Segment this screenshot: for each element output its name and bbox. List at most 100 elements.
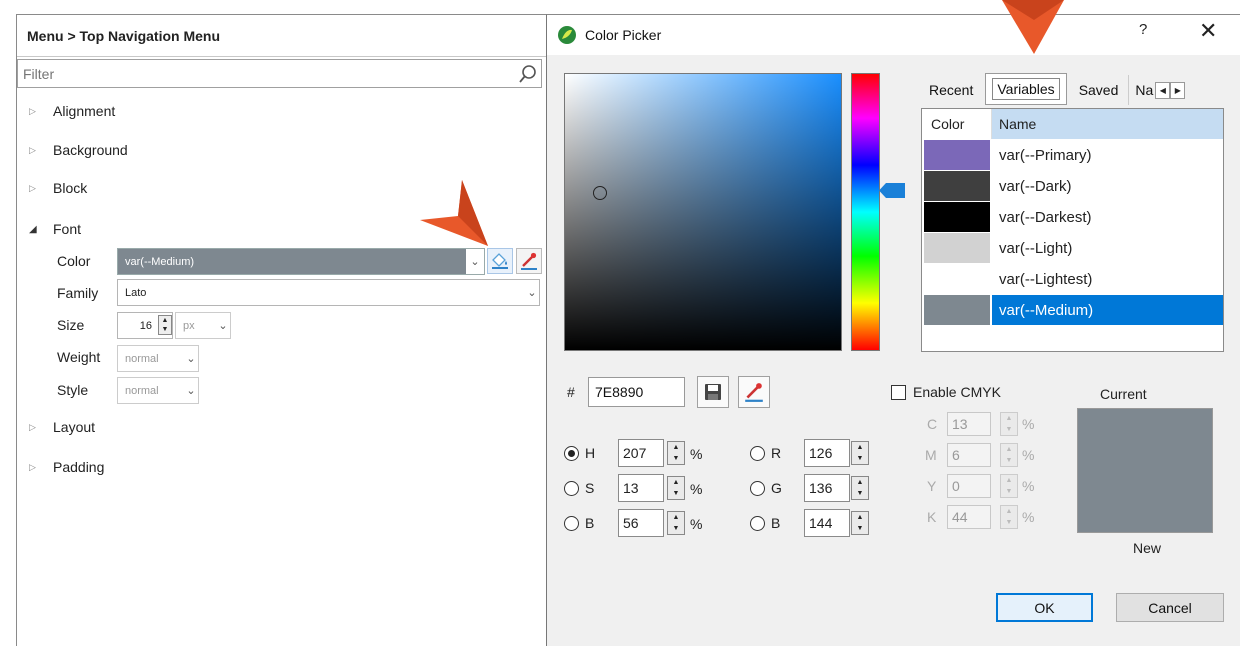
- saturation-brightness-picker[interactable]: [564, 73, 842, 351]
- rgb-b-input[interactable]: 144: [804, 509, 850, 537]
- expand-triangle-icon[interactable]: ▷: [29, 183, 39, 194]
- s-unit: %: [690, 481, 703, 497]
- radio-h[interactable]: H: [564, 445, 595, 461]
- r-spinner[interactable]: ▲ ▼: [851, 441, 869, 465]
- h-spinner[interactable]: ▲ ▼: [667, 441, 685, 465]
- rgb-b-spinner[interactable]: ▲ ▼: [851, 511, 869, 535]
- callout-arrow-icon: [1002, 0, 1064, 54]
- help-button[interactable]: ?: [1139, 21, 1147, 38]
- b-input[interactable]: 56: [618, 509, 664, 537]
- chevron-down-icon[interactable]: ⌄: [216, 319, 230, 332]
- tab-bar: Recent Variables Saved Na ◀ ▶: [919, 71, 1186, 105]
- app-logo-icon: [558, 26, 576, 44]
- group-alignment[interactable]: ▷ Alignment: [17, 99, 115, 123]
- size-spinner[interactable]: ▲ ▼: [158, 315, 172, 335]
- style-dropdown[interactable]: normal ⌄: [117, 377, 199, 404]
- expand-triangle-icon[interactable]: ▷: [29, 145, 39, 156]
- close-button[interactable]: ✕: [1199, 18, 1217, 44]
- save-color-button[interactable]: [697, 376, 729, 408]
- spin-up-icon[interactable]: ▲: [159, 316, 171, 325]
- column-header-color[interactable]: Color: [922, 109, 992, 139]
- variable-row[interactable]: var(--Light): [922, 233, 1223, 263]
- radio-s[interactable]: S: [564, 480, 594, 496]
- size-unit-dropdown[interactable]: px ⌄: [175, 312, 231, 339]
- c-label: C: [927, 416, 938, 432]
- s-input[interactable]: 13: [618, 474, 664, 502]
- enable-cmyk-checkbox[interactable]: [891, 385, 906, 400]
- group-padding[interactable]: ▷ Padding: [17, 455, 104, 479]
- weight-label: Weight: [57, 349, 101, 365]
- callout-arrow-icon: [420, 180, 488, 246]
- tab-saved[interactable]: Saved: [1069, 75, 1129, 105]
- tab-named[interactable]: Na: [1128, 75, 1153, 105]
- m-input[interactable]: 6: [947, 443, 991, 467]
- y-spinner[interactable]: ▲ ▼: [1000, 474, 1018, 498]
- group-block[interactable]: ▷ Block: [17, 176, 87, 200]
- k-input[interactable]: 44: [947, 505, 991, 529]
- color-dropdown[interactable]: var(--Medium) ⌄: [117, 248, 485, 275]
- expand-triangle-icon[interactable]: ▷: [29, 422, 39, 433]
- cancel-button[interactable]: Cancel: [1116, 593, 1224, 622]
- r-input[interactable]: 126: [804, 439, 850, 467]
- chevron-down-icon[interactable]: ⌄: [466, 249, 484, 274]
- h-input[interactable]: 207: [618, 439, 664, 467]
- radio-g[interactable]: G: [750, 480, 782, 496]
- c-input[interactable]: 13: [947, 412, 991, 436]
- new-label: New: [1133, 540, 1162, 556]
- tab-recent[interactable]: Recent: [919, 75, 983, 105]
- chevron-down-icon[interactable]: ⌄: [525, 286, 539, 299]
- table-header: Color Name: [922, 109, 1223, 139]
- variable-row[interactable]: var(--Primary): [922, 140, 1223, 170]
- radio-rgb-b[interactable]: B: [750, 515, 780, 531]
- variable-row[interactable]: var(--Darkest): [922, 202, 1223, 232]
- s-spinner[interactable]: ▲ ▼: [667, 476, 685, 500]
- g-spinner[interactable]: ▲ ▼: [851, 476, 869, 500]
- enable-cmyk-label: Enable CMYK: [913, 384, 1001, 400]
- scroll-left-icon[interactable]: ◀: [1155, 82, 1171, 99]
- c-spinner[interactable]: ▲ ▼: [1000, 412, 1018, 436]
- column-header-name[interactable]: Name: [992, 109, 1223, 139]
- weight-dropdown[interactable]: normal ⌄: [117, 345, 199, 372]
- k-label: K: [927, 509, 937, 525]
- color-picker-button[interactable]: [487, 248, 513, 274]
- k-spinner[interactable]: ▲ ▼: [1000, 505, 1018, 529]
- radio-b[interactable]: B: [564, 515, 594, 531]
- y-label: Y: [927, 478, 937, 494]
- expand-triangle-icon[interactable]: ▷: [29, 106, 39, 117]
- style-value: normal: [125, 384, 159, 397]
- variable-row[interactable]: var(--Medium): [922, 295, 1223, 325]
- hex-input[interactable]: [588, 377, 685, 407]
- dialog-titlebar: Color Picker ? ✕: [547, 15, 1240, 55]
- m-spinner[interactable]: ▲ ▼: [1000, 443, 1018, 467]
- variable-row[interactable]: var(--Dark): [922, 171, 1223, 201]
- hue-slider[interactable]: [851, 73, 880, 351]
- b-spinner[interactable]: ▲ ▼: [667, 511, 685, 535]
- filter-input[interactable]: [21, 60, 517, 87]
- group-layout[interactable]: ▷ Layout: [17, 415, 95, 439]
- variable-name: var(--Lightest): [999, 270, 1093, 288]
- ok-button[interactable]: OK: [996, 593, 1093, 622]
- group-font[interactable]: ◢ Font: [17, 217, 81, 241]
- scroll-right-icon[interactable]: ▶: [1170, 82, 1186, 99]
- chevron-down-icon[interactable]: ⌄: [184, 352, 198, 365]
- chevron-down-icon[interactable]: ⌄: [184, 384, 198, 397]
- color-selector-handle[interactable]: [593, 186, 607, 200]
- eyedropper-icon: [521, 252, 537, 270]
- radio-r[interactable]: R: [750, 445, 781, 461]
- eyedropper-button[interactable]: [738, 376, 770, 408]
- search-icon[interactable]: [517, 63, 539, 85]
- group-background[interactable]: ▷ Background: [17, 138, 128, 162]
- hue-pointer-icon[interactable]: [879, 183, 905, 198]
- tab-variables[interactable]: Variables: [985, 73, 1067, 105]
- collapse-triangle-icon[interactable]: ◢: [29, 224, 39, 235]
- y-input[interactable]: 0: [947, 474, 991, 498]
- variable-row[interactable]: var(--Lightest): [922, 264, 1223, 294]
- expand-triangle-icon[interactable]: ▷: [29, 462, 39, 473]
- c-unit: %: [1022, 416, 1035, 432]
- g-input[interactable]: 136: [804, 474, 850, 502]
- spin-down-icon[interactable]: ▼: [159, 325, 171, 334]
- variable-swatch: [924, 202, 990, 232]
- family-dropdown[interactable]: Lato ⌄: [117, 279, 540, 306]
- variable-name: var(--Dark): [999, 177, 1072, 195]
- eyedropper-button[interactable]: [516, 248, 542, 274]
